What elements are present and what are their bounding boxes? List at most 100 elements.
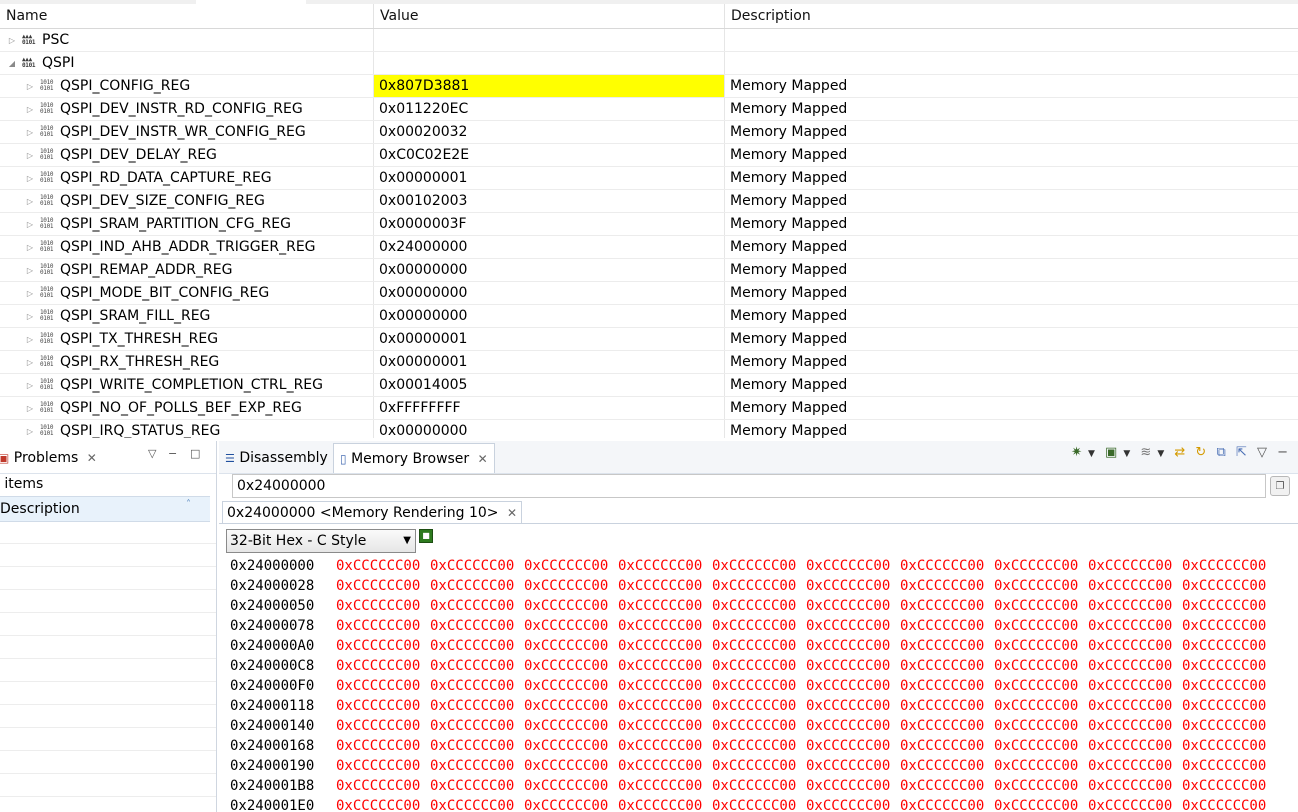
- memory-value[interactable]: 0xCCCCCC00: [1182, 796, 1266, 812]
- close-icon[interactable]: ✕: [87, 451, 97, 465]
- memory-value[interactable]: 0xCCCCCC00: [524, 776, 608, 796]
- memory-value[interactable]: 0xCCCCCC00: [524, 616, 608, 636]
- memory-value[interactable]: 0xCCCCCC00: [806, 596, 890, 616]
- memory-value[interactable]: 0xCCCCCC00: [524, 676, 608, 696]
- register-value[interactable]: 0x00000000: [374, 420, 725, 438]
- tab-memory-browser[interactable]: ▯ Memory Browser ✕: [333, 443, 495, 473]
- memory-value[interactable]: 0xCCCCCC00: [994, 716, 1078, 736]
- close-icon[interactable]: ✕: [507, 506, 517, 520]
- memory-value[interactable]: 0xCCCCCC00: [524, 596, 608, 616]
- register-value[interactable]: [374, 52, 725, 74]
- problems-column-header[interactable]: Description ˄: [0, 496, 210, 522]
- column-header-name[interactable]: Name: [0, 4, 374, 28]
- memory-value[interactable]: 0xCCCCCC00: [806, 576, 890, 596]
- memory-value[interactable]: 0xCCCCCC00: [806, 716, 890, 736]
- memory-value[interactable]: 0xCCCCCC00: [712, 736, 796, 756]
- memory-value[interactable]: 0xCCCCCC00: [994, 676, 1078, 696]
- tree-collapsed-icon[interactable]: ▷: [24, 144, 36, 166]
- tree-collapsed-icon[interactable]: ▷: [24, 121, 36, 143]
- tree-collapsed-icon[interactable]: ▷: [24, 282, 36, 304]
- new-window-icon[interactable]: ⧉: [1216, 445, 1225, 460]
- memory-value[interactable]: 0xCCCCCC00: [1182, 616, 1266, 636]
- memory-value[interactable]: 0xCCCCCC00: [900, 796, 984, 812]
- memory-value[interactable]: 0xCCCCCC00: [618, 676, 702, 696]
- memory-value[interactable]: 0xCCCCCC00: [806, 756, 890, 776]
- memory-value[interactable]: 0xCCCCCC00: [336, 556, 420, 576]
- memory-value[interactable]: 0xCCCCCC00: [994, 656, 1078, 676]
- register-row[interactable]: ▷ 1010 0101 QSPI_WRITE_COMPLETION_CTRL_REG 0…: [0, 374, 1298, 397]
- memory-value[interactable]: 0xCCCCCC00: [994, 756, 1078, 776]
- memory-value[interactable]: 0xCCCCCC00: [336, 776, 420, 796]
- register-value[interactable]: 0x011220EC: [374, 98, 725, 120]
- tree-collapsed-icon[interactable]: ▷: [24, 213, 36, 235]
- memory-value[interactable]: 0xCCCCCC00: [618, 576, 702, 596]
- memory-value[interactable]: 0xCCCCCC00: [900, 556, 984, 576]
- memory-value[interactable]: 0xCCCCCC00: [618, 596, 702, 616]
- register-row[interactable]: ▷ 1010 0101 QSPI_DEV_INSTR_RD_CONFIG_REG 0x0…: [0, 98, 1298, 121]
- register-row[interactable]: ▷ 1010 0101 QSPI_DEV_INSTR_WR_CONFIG_REG 0x0…: [0, 121, 1298, 144]
- memory-value[interactable]: 0xCCCCCC00: [1088, 596, 1172, 616]
- memory-value[interactable]: 0xCCCCCC00: [430, 656, 514, 676]
- memory-value[interactable]: 0xCCCCCC00: [1088, 636, 1172, 656]
- register-value[interactable]: 0x00102003: [374, 190, 725, 212]
- register-value[interactable]: 0x807D3881: [374, 75, 725, 97]
- minimize-icon[interactable]: −: [168, 444, 177, 464]
- register-group-row[interactable]: ▷ ▲▲▲ 0101 PSC: [0, 29, 1298, 52]
- memory-value[interactable]: 0xCCCCCC00: [712, 636, 796, 656]
- register-value[interactable]: 0x0000003F: [374, 213, 725, 235]
- memory-value[interactable]: 0xCCCCCC00: [712, 576, 796, 596]
- minimize-icon[interactable]: −: [1277, 445, 1288, 460]
- memory-value[interactable]: 0xCCCCCC00: [336, 756, 420, 776]
- memory-value[interactable]: 0xCCCCCC00: [1182, 656, 1266, 676]
- memory-value[interactable]: 0xCCCCCC00: [336, 736, 420, 756]
- register-value[interactable]: 0x24000000: [374, 236, 725, 258]
- memory-value[interactable]: 0xCCCCCC00: [430, 576, 514, 596]
- memory-value[interactable]: 0xCCCCCC00: [1088, 736, 1172, 756]
- register-row[interactable]: ▷ 1010 0101 QSPI_REMAP_ADDR_REG 0x00000000 Me…: [0, 259, 1298, 282]
- register-row[interactable]: ▷ 1010 0101 QSPI_SRAM_FILL_REG 0x00000000 Mem…: [0, 305, 1298, 328]
- tree-collapsed-icon[interactable]: ▷: [24, 236, 36, 258]
- memory-value[interactable]: 0xCCCCCC00: [336, 696, 420, 716]
- column-header-value[interactable]: Value: [374, 4, 725, 28]
- memory-value[interactable]: 0xCCCCCC00: [900, 716, 984, 736]
- register-value[interactable]: 0x00014005: [374, 374, 725, 396]
- memory-value[interactable]: 0xCCCCCC00: [336, 676, 420, 696]
- memory-value[interactable]: 0xCCCCCC00: [618, 776, 702, 796]
- memory-value[interactable]: 0xCCCCCC00: [994, 616, 1078, 636]
- memory-value[interactable]: 0xCCCCCC00: [430, 556, 514, 576]
- memory-value[interactable]: 0xCCCCCC00: [712, 556, 796, 576]
- memory-value[interactable]: 0xCCCCCC00: [900, 576, 984, 596]
- memory-value[interactable]: 0xCCCCCC00: [806, 736, 890, 756]
- register-value[interactable]: 0x00000001: [374, 328, 725, 350]
- memory-value[interactable]: 0xCCCCCC00: [336, 716, 420, 736]
- memory-value[interactable]: 0xCCCCCC00: [430, 616, 514, 636]
- tree-collapsed-icon[interactable]: ▷: [24, 374, 36, 396]
- memory-value[interactable]: 0xCCCCCC00: [712, 616, 796, 636]
- memory-value[interactable]: 0xCCCCCC00: [806, 776, 890, 796]
- register-value[interactable]: 0x00000000: [374, 282, 725, 304]
- memory-value[interactable]: 0xCCCCCC00: [336, 616, 420, 636]
- pin-icon[interactable]: ⇱: [1236, 445, 1247, 460]
- memory-value[interactable]: 0xCCCCCC00: [336, 656, 420, 676]
- chevron-down-icon[interactable]: ▼: [1157, 449, 1164, 459]
- register-row[interactable]: ▷ 1010 0101 QSPI_RD_DATA_CAPTURE_REG 0x00000…: [0, 167, 1298, 190]
- register-value[interactable]: 0x00020032: [374, 121, 725, 143]
- memory-value[interactable]: 0xCCCCCC00: [1182, 696, 1266, 716]
- register-row[interactable]: ▷ 1010 0101 QSPI_RX_THRESH_REG 0x00000001 Mem…: [0, 351, 1298, 374]
- register-value[interactable]: 0xC0C02E2E: [374, 144, 725, 166]
- register-row[interactable]: ▷ 1010 0101 QSPI_DEV_DELAY_REG 0xC0C02E2E Mem…: [0, 144, 1298, 167]
- memory-value[interactable]: 0xCCCCCC00: [1088, 616, 1172, 636]
- view-menu-icon[interactable]: ▽: [148, 444, 156, 464]
- memory-value[interactable]: 0xCCCCCC00: [1182, 716, 1266, 736]
- memory-address-input[interactable]: 0x24000000: [232, 474, 1266, 498]
- memory-value[interactable]: 0xCCCCCC00: [806, 656, 890, 676]
- memory-value[interactable]: 0xCCCCCC00: [900, 636, 984, 656]
- register-group-row[interactable]: ◢ ▲▲▲ 0101 QSPI: [0, 52, 1298, 75]
- chip-icon[interactable]: ✷: [1071, 445, 1082, 460]
- close-icon[interactable]: ✕: [478, 452, 488, 466]
- memory-value[interactable]: 0xCCCCCC00: [618, 736, 702, 756]
- memory-value[interactable]: 0xCCCCCC00: [806, 796, 890, 812]
- memory-value[interactable]: 0xCCCCCC00: [430, 736, 514, 756]
- memory-value[interactable]: 0xCCCCCC00: [1088, 556, 1172, 576]
- column-header-description[interactable]: Description: [725, 4, 1298, 28]
